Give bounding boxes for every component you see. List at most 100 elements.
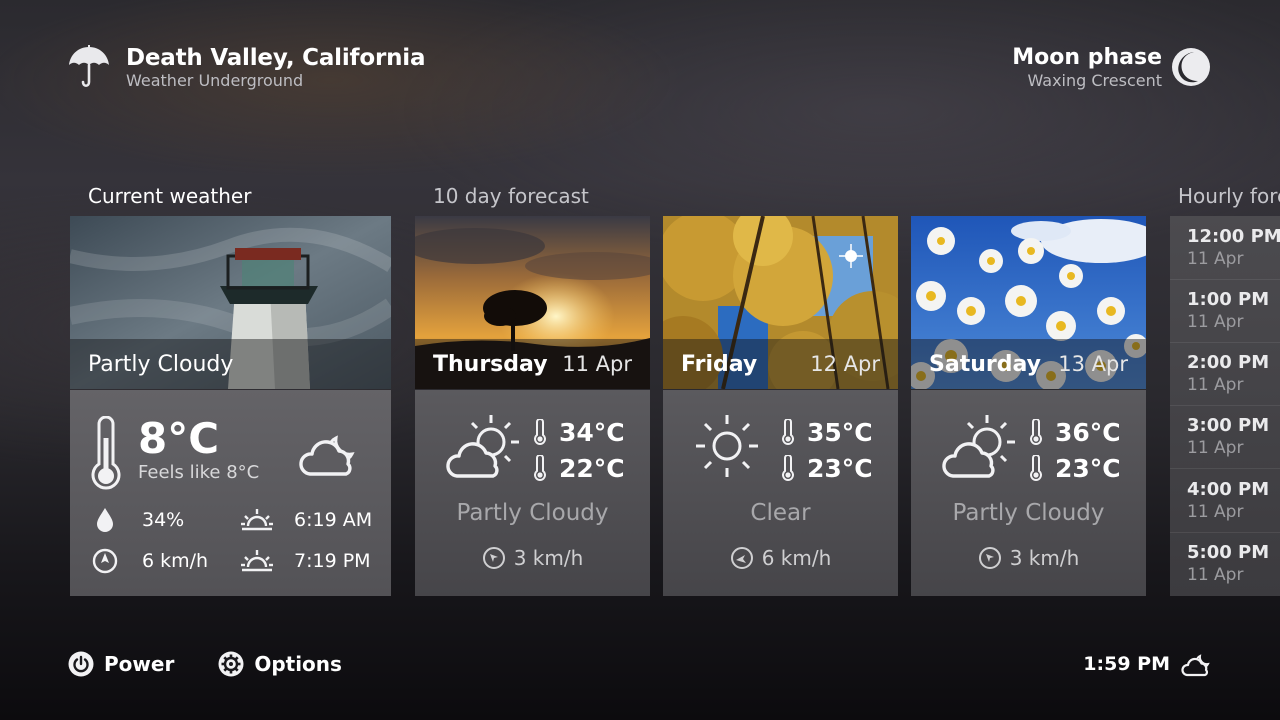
humidity-value: 34% <box>142 509 185 531</box>
thermometer-icon <box>782 455 794 481</box>
feels-like: Feels like 8°C <box>138 462 260 483</box>
droplet-icon <box>97 508 113 532</box>
thermometer-icon <box>1030 455 1042 481</box>
forecast-label: 10 day forecast <box>433 184 589 208</box>
location-name: Death Valley, California <box>126 45 426 71</box>
hourly-date: 11 Apr <box>1187 565 1244 585</box>
sunrise-row: 6:19 AM <box>240 506 372 534</box>
power-label: Power <box>104 652 175 676</box>
hourly-item[interactable]: 4:00 PM 11 Apr <box>1187 479 1280 523</box>
forecast-wind: 3 km/h <box>911 546 1146 570</box>
wind-row: 6 km/h <box>88 547 208 575</box>
forecast-low-value: 22°C <box>559 453 625 483</box>
forecast-high-value: 34°C <box>559 417 625 447</box>
forecast-condition: Partly Cloudy <box>952 500 1105 526</box>
forecast-low-value: 23°C <box>807 453 873 483</box>
hourly-forecast-list[interactable]: 12:00 PM 11 Apr 1:00 PM 11 Apr 2:00 PM 1… <box>1170 216 1280 596</box>
forecast-low: 22°C <box>533 450 625 486</box>
forecast-card-friday[interactable]: Friday 12 Apr 35°C 23°C Clear 6 km/h <box>663 216 898 596</box>
power-icon <box>68 651 94 677</box>
forecast-wind-value: 3 km/h <box>1009 546 1080 570</box>
thermometer-icon <box>534 419 546 445</box>
gear-icon <box>218 651 244 677</box>
provider-name: Weather Underground <box>126 71 304 90</box>
forecast-high: 35°C <box>781 414 873 450</box>
forecast-high: 36°C <box>1029 414 1121 450</box>
forecast-low: 23°C <box>1029 450 1121 486</box>
forecast-date: 12 Apr <box>810 352 880 376</box>
wind-compass-icon <box>730 547 753 569</box>
forecast-day: Friday <box>681 351 758 377</box>
current-temperature: 8°C <box>138 414 220 463</box>
forecast-high-value: 35°C <box>807 417 873 447</box>
thermometer-icon <box>91 416 121 490</box>
forecast-card-thursday[interactable]: Thursday 11 Apr 34°C 22°C Partly Cloudy … <box>415 216 650 596</box>
options-label: Options <box>254 652 342 676</box>
hourly-forecast-label: Hourly forecast <box>1178 184 1280 208</box>
power-button[interactable]: Power <box>68 651 174 677</box>
footer-menu: Power Options <box>68 651 386 677</box>
thermometer-icon <box>534 455 546 481</box>
sunset-icon <box>241 550 273 572</box>
forecast-wind: 3 km/h <box>415 546 650 570</box>
wind-compass-icon <box>482 547 505 569</box>
wind-compass-icon <box>92 548 118 574</box>
forecast-card-saturday[interactable]: Saturday 13 Apr 36°C 23°C Partly Cloudy … <box>911 216 1146 596</box>
hourly-item[interactable]: 2:00 PM 11 Apr <box>1187 352 1280 396</box>
sunset-row: 7:19 PM <box>240 547 371 575</box>
forecast-low: 23°C <box>781 450 873 486</box>
divider <box>1170 468 1280 469</box>
location-header: Death Valley, California Weather Undergr… <box>68 44 425 90</box>
umbrella-icon <box>69 45 109 88</box>
current-weather-label: Current weather <box>88 184 252 208</box>
moon-phase-title: Moon phase <box>1012 45 1162 70</box>
forecast-wind-value: 3 km/h <box>513 546 584 570</box>
forecast-wind-value: 6 km/h <box>761 546 832 570</box>
sunset-tree-photo: Thursday 11 Apr <box>415 216 650 389</box>
forecast-high-value: 36°C <box>1055 417 1121 447</box>
clock-time: 1:59 PM <box>1083 653 1170 675</box>
wind-compass-icon <box>978 547 1001 569</box>
hourly-item[interactable]: 5:00 PM 11 Apr <box>1187 542 1280 586</box>
wind-value: 6 km/h <box>142 550 209 572</box>
hourly-date: 11 Apr <box>1187 502 1244 522</box>
current-weather-card[interactable]: Partly Cloudy 8°C Feels like 8°C 34% 6 k… <box>70 216 391 596</box>
forecast-day: Thursday <box>433 351 548 377</box>
hourly-item[interactable]: 1:00 PM 11 Apr <box>1187 289 1280 333</box>
divider <box>1170 279 1280 280</box>
forecast-date: 13 Apr <box>1058 352 1128 376</box>
forecast-wind: 6 km/h <box>663 546 898 570</box>
hourly-date: 11 Apr <box>1187 249 1244 269</box>
divider <box>1170 405 1280 406</box>
status-clock: 1:59 PM <box>1083 650 1212 678</box>
forecast-low-value: 23°C <box>1055 453 1121 483</box>
sunset-value: 7:19 PM <box>294 550 371 572</box>
moon-phase-value: Waxing Crescent <box>1027 71 1162 90</box>
sunrise-value: 6:19 AM <box>294 509 373 531</box>
options-button[interactable]: Options <box>218 651 342 677</box>
forecast-condition: Partly Cloudy <box>456 500 609 526</box>
sun-icon <box>696 415 758 477</box>
thermometer-icon <box>1030 419 1042 445</box>
hourly-time: 1:00 PM <box>1187 289 1270 310</box>
hourly-time: 4:00 PM <box>1187 479 1270 500</box>
humidity-row: 34% <box>88 506 184 534</box>
divider <box>1170 532 1280 533</box>
moon-phase-header: Moon phase Waxing Crescent <box>1012 44 1212 90</box>
forecast-day: Saturday <box>929 351 1041 377</box>
autumn-trees-photo: Friday 12 Apr <box>663 216 898 389</box>
hourly-time: 12:00 PM <box>1187 226 1280 247</box>
forecast-date: 11 Apr <box>562 352 632 376</box>
partly-cloudy-icon <box>446 415 519 478</box>
forecast-high: 34°C <box>533 414 625 450</box>
hourly-item[interactable]: 12:00 PM 11 Apr <box>1187 226 1280 270</box>
daisies-photo: Saturday 13 Apr <box>911 216 1146 389</box>
cloud-moon-icon <box>299 435 355 476</box>
forecast-condition: Clear <box>750 500 811 526</box>
hourly-time: 5:00 PM <box>1187 542 1270 563</box>
hourly-time: 3:00 PM <box>1187 415 1270 436</box>
sunrise-icon <box>241 509 273 531</box>
cloud-moon-icon <box>1181 654 1210 677</box>
hourly-time: 2:00 PM <box>1187 352 1270 373</box>
hourly-item[interactable]: 3:00 PM 11 Apr <box>1187 415 1280 459</box>
